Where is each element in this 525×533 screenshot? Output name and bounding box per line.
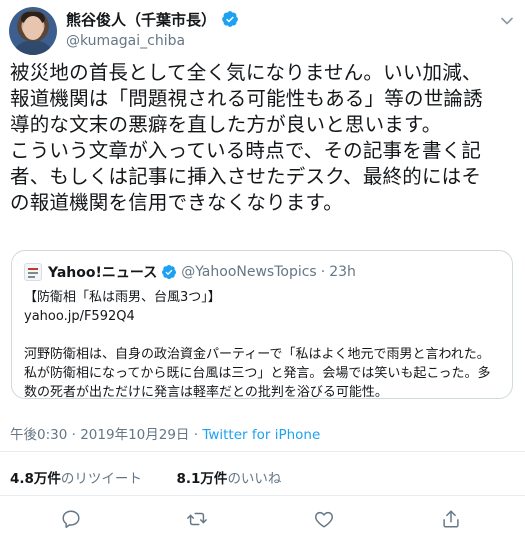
verified-badge-icon [162, 265, 177, 279]
tweet-date[interactable]: 2019年10月29日 [80, 427, 189, 443]
tweet-meta: 午後0:30 · 2019年10月29日 · Twitter for iPhon… [10, 423, 320, 443]
quoted-timestamp: 23h [329, 264, 356, 280]
likes-stat[interactable]: 8.1万件のいいね [177, 471, 282, 487]
avatar[interactable] [9, 7, 57, 55]
retweet-icon[interactable] [186, 508, 208, 530]
engagement-stats: 4.8万件のリツイート 8.1万件のいいね [10, 467, 281, 487]
retweets-label: のリツイート [60, 471, 142, 487]
quoted-author-handle: @YahooNewsTopics [181, 264, 317, 280]
share-icon[interactable] [440, 508, 462, 530]
tweet-source-link[interactable]: Twitter for iPhone [202, 427, 320, 443]
meta-separator: · [71, 427, 76, 443]
author-name[interactable]: 熊谷俊人（千葉市長） [66, 9, 216, 30]
retweets-count: 4.8万件 [10, 471, 61, 487]
reply-icon[interactable] [60, 508, 82, 530]
quoted-tweet[interactable]: Yahoo!ニュース @YahooNewsTopics · 23h 【防衛相「私… [11, 250, 513, 400]
retweets-stat[interactable]: 4.8万件のリツイート [10, 471, 142, 487]
divider [0, 495, 525, 496]
quoted-separator: · [320, 264, 326, 280]
verified-badge-icon [222, 11, 238, 27]
quoted-author-name: Yahoo!ニュース [48, 265, 158, 281]
quoted-body: 【防衛相「私は雨男、台風3つ」】 yahoo.jp/F592Q4 河野防衛相は、… [24, 290, 491, 400]
likes-count: 8.1万件 [176, 471, 228, 487]
avatar-suit [13, 41, 53, 55]
action-bar [0, 508, 525, 532]
meta-separator: · [193, 427, 199, 443]
author-handle[interactable]: @kumagai_chiba [66, 33, 185, 49]
yahoo-news-logo-icon [24, 263, 42, 281]
author-row: 熊谷俊人（千葉市長） [66, 9, 239, 29]
likes-label: のいいね [227, 471, 282, 487]
tweet-text: 被災地の首長として全く気になりません。いい加減、 報道機関は「問題視される可能性… [10, 61, 483, 214]
tweet-time[interactable]: 午後0:30 [10, 427, 67, 443]
quoted-header: Yahoo!ニュース @YahooNewsTopics · 23h [24, 263, 356, 281]
divider [0, 451, 525, 452]
avatar-face [23, 16, 43, 40]
chevron-down-icon[interactable] [500, 14, 514, 28]
like-icon[interactable] [313, 508, 335, 530]
